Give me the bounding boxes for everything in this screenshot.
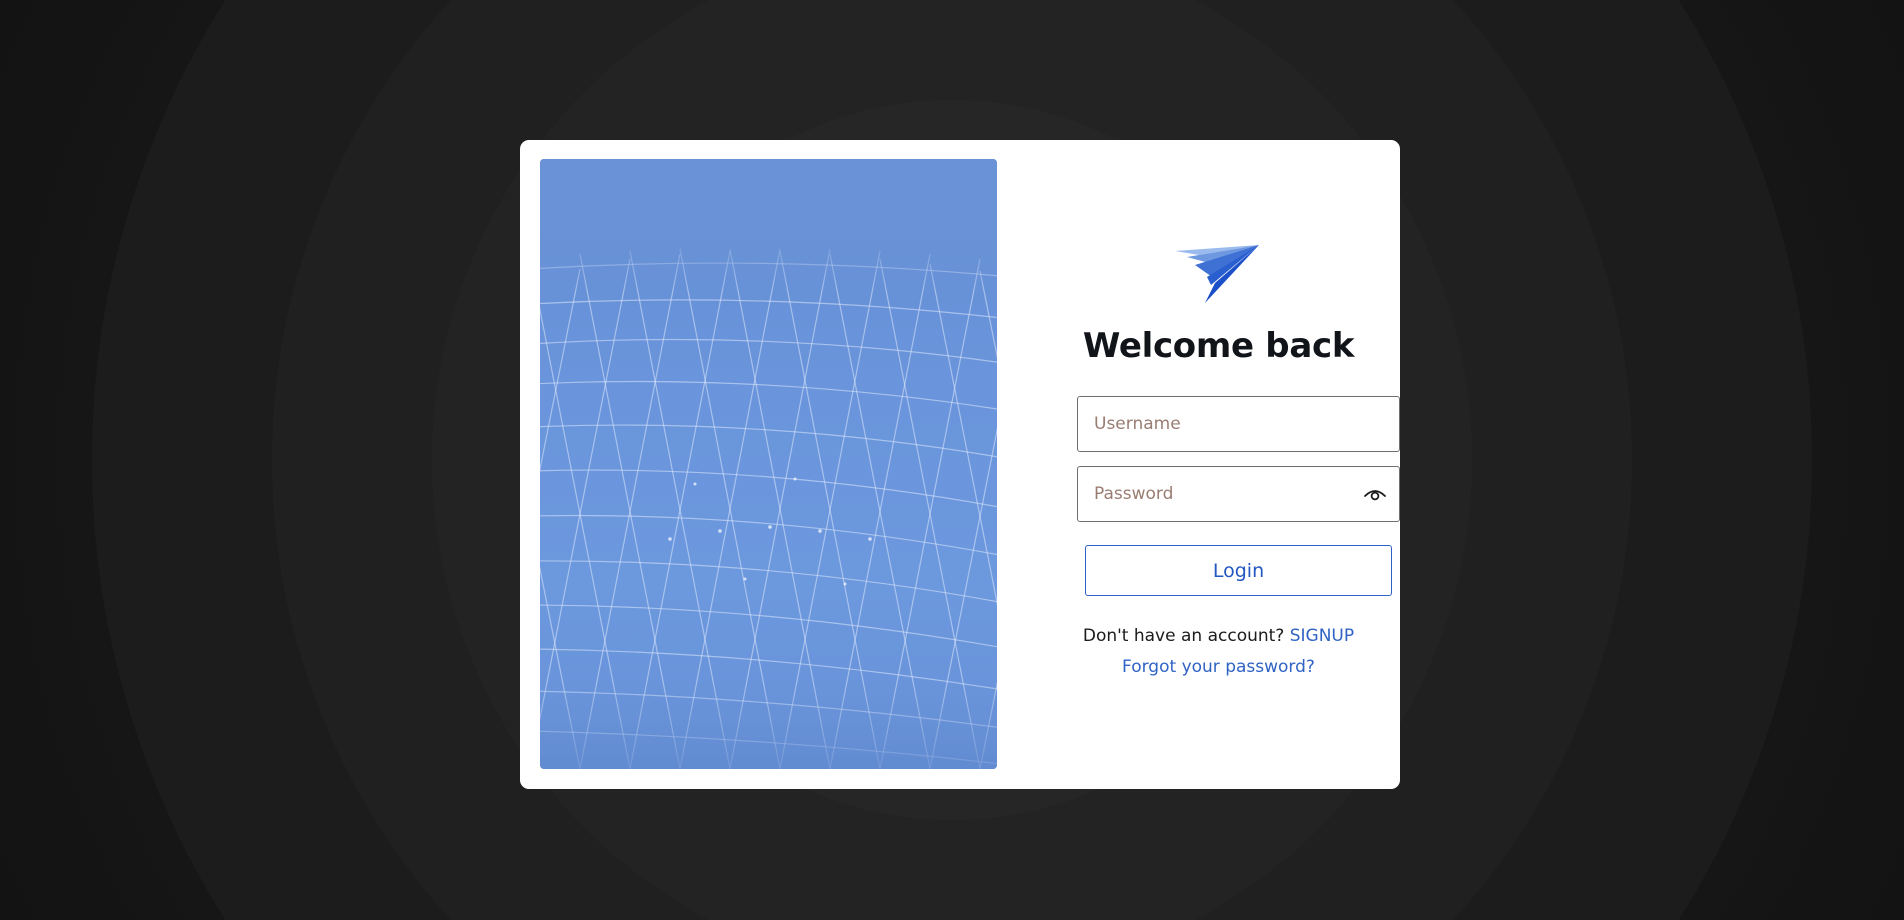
signup-link[interactable]: SIGNUP [1290,626,1354,646]
mesh-pattern [540,159,997,769]
forgot-password-line: Forgot your password? [1037,657,1400,677]
signup-prompt-text: Don't have an account? [1082,626,1290,646]
paper-plane-logo-icon [1175,245,1259,303]
login-card: Welcome back Login Don't have an account… [520,140,1400,789]
eye-icon[interactable] [1363,484,1387,504]
forgot-password-link[interactable]: Forgot your password? [1122,657,1315,677]
password-field[interactable] [1077,466,1400,522]
page-title: Welcome back [1082,326,1355,366]
hero-image [540,159,997,769]
login-button[interactable]: Login [1085,545,1392,596]
password-input[interactable] [1078,467,1344,521]
signup-prompt-line: Don't have an account? SIGNUP [1037,626,1400,646]
login-form: Welcome back Login Don't have an account… [1037,140,1400,789]
username-input[interactable] [1078,397,1344,451]
username-field[interactable] [1077,396,1400,452]
